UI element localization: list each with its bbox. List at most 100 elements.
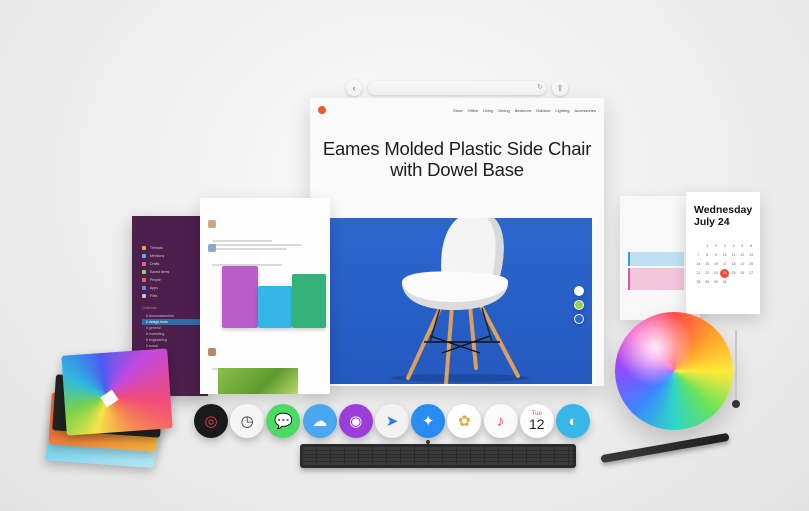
shared-photo[interactable] (218, 368, 298, 394)
brightness-slider[interactable] (735, 330, 737, 404)
nav-link[interactable]: Bedroom (515, 108, 531, 113)
avatar (208, 348, 216, 356)
calendar-day[interactable]: 10 (720, 251, 729, 260)
channel-item[interactable]: # social (142, 343, 206, 349)
music-icon[interactable]: ♪ (483, 404, 518, 438)
nav-link[interactable]: Lighting (555, 108, 569, 113)
calendar-day[interactable]: 26 (738, 269, 747, 278)
weather-icon[interactable]: ☁ (302, 404, 337, 438)
calendar-day[interactable]: 24 (720, 269, 730, 278)
calendar-day[interactable]: 19 (738, 260, 747, 269)
calendar-weekday: Wednesday (694, 204, 753, 216)
sidebar-item[interactable]: Threads (142, 244, 206, 252)
calendar-day[interactable]: 2 (712, 242, 721, 251)
calendar-day[interactable]: 6 (747, 242, 756, 251)
calendar-day[interactable]: 20 (747, 260, 756, 269)
stylus (600, 432, 730, 464)
sidebar-item[interactable]: Mentions (142, 252, 206, 260)
calendar-day[interactable]: 7 (694, 251, 703, 260)
calendar-day[interactable]: 1 (703, 242, 712, 251)
chair-image (390, 218, 530, 384)
calendar-day[interactable]: 4 (729, 242, 738, 251)
color-options (574, 286, 586, 328)
sidebar-item[interactable]: Apps (142, 284, 206, 292)
calendar-day[interactable]: 16 (712, 260, 721, 269)
channels-header: Channels (142, 306, 157, 310)
calendar-day[interactable]: 11 (729, 251, 738, 260)
nav-link[interactable]: Living (483, 108, 493, 113)
color-wheel[interactable] (615, 312, 733, 430)
calendar-day[interactable]: 31 (720, 278, 729, 287)
sidebar-item-label: Apps (150, 286, 158, 290)
sidebar-item-icon (142, 270, 146, 274)
sidebar-item-label: Saved items (150, 270, 170, 274)
site-navigation: Store Office Living Dining Bedroom Outdoor Lig… (318, 104, 596, 116)
sidebar-item-label: Threads (150, 246, 163, 250)
calendar-grid: 1 2 3 4 5 6 7 8 9 10 11 12 13 14 15 16 17 18 19 20 21 22 23 24 2… (694, 242, 756, 287)
calendar-event[interactable] (628, 268, 684, 290)
back-button[interactable]: ‹ (346, 80, 362, 96)
sidebar-item-icon (142, 286, 146, 290)
finder-icon[interactable]: ◐ (556, 404, 590, 438)
calendar-day[interactable]: 12 (738, 251, 747, 260)
slider-knob[interactable] (732, 400, 740, 408)
calendar-event[interactable] (628, 252, 684, 266)
calendar-day[interactable]: 18 (729, 260, 738, 269)
sidebar-item-label: Mentions (150, 254, 165, 258)
sidebar-item-icon (142, 278, 146, 282)
site-logo-icon[interactable] (318, 106, 326, 114)
product-hero-image (330, 218, 592, 384)
calendar-day[interactable]: 22 (703, 269, 712, 278)
nav-link[interactable]: Store (453, 108, 463, 113)
calendar-day[interactable]: 3 (720, 242, 729, 251)
calendar-icon[interactable]: Tue 12 (519, 404, 554, 438)
maps-icon[interactable]: ➤ (375, 404, 409, 438)
calendar-day[interactable]: 28 (694, 278, 703, 287)
calendar-day[interactable]: 8 (703, 251, 712, 260)
calendar-blank (694, 242, 703, 251)
clock-icon[interactable]: ◷ (230, 404, 265, 438)
calendar-card: Wednesday July 24 1 2 3 4 5 6 7 8 9 10 11 12 13 14 15 1… (686, 192, 760, 314)
activity-icon[interactable]: ◎ (194, 404, 228, 438)
safari-toolbar: ‹ ↻ ⇪ (346, 80, 568, 96)
calendar-day[interactable]: 9 (712, 251, 721, 260)
color-option[interactable] (574, 314, 584, 324)
calendar-day[interactable]: 15 (703, 260, 712, 269)
podcasts-icon[interactable]: ◉ (338, 404, 373, 438)
share-button[interactable]: ⇪ (552, 80, 568, 96)
color-picker-card (61, 348, 173, 436)
sidebar-item[interactable]: People (142, 276, 206, 284)
messages-icon[interactable]: 💬 (266, 404, 301, 438)
calendar-day[interactable]: 17 (720, 260, 729, 269)
nav-link[interactable]: Accessories (574, 108, 596, 113)
calendar-day[interactable]: 30 (712, 278, 721, 287)
calendar-day[interactable]: 21 (694, 269, 703, 278)
calendar-day[interactable]: 13 (747, 251, 756, 260)
calendar-day[interactable]: 5 (738, 242, 747, 251)
safari-icon[interactable]: ✦ (411, 404, 446, 438)
sidebar-item-icon (142, 262, 146, 266)
swatch-chip (100, 389, 119, 408)
nav-link[interactable]: Office (468, 108, 478, 113)
sidebar-item[interactable]: Drafts (142, 260, 206, 268)
calendar-day[interactable]: 23 (712, 269, 721, 278)
color-option[interactable] (574, 286, 584, 296)
sidebar-item-label: People (150, 278, 161, 282)
color-option[interactable] (574, 300, 584, 310)
sidebar-item[interactable]: Files (142, 292, 206, 300)
calendar-day[interactable]: 29 (703, 278, 712, 287)
sidebar-item[interactable]: Saved items (142, 268, 206, 276)
calendar-day[interactable]: 27 (747, 269, 756, 278)
file-card[interactable] (222, 266, 258, 328)
chat-window (200, 198, 330, 394)
nav-link[interactable]: Outdoor (536, 108, 550, 113)
calendar-day[interactable]: 25 (729, 269, 738, 278)
calendar-date: July 24 (694, 216, 730, 228)
product-title: Eames Molded Plastic Side Chair with Dow… (310, 138, 604, 180)
file-card[interactable] (258, 286, 292, 328)
url-bar[interactable] (368, 81, 546, 95)
nav-link[interactable]: Dining (498, 108, 509, 113)
calendar-day[interactable]: 14 (694, 260, 703, 269)
photos-icon[interactable]: ✿ (447, 404, 482, 438)
file-card[interactable] (292, 274, 326, 328)
